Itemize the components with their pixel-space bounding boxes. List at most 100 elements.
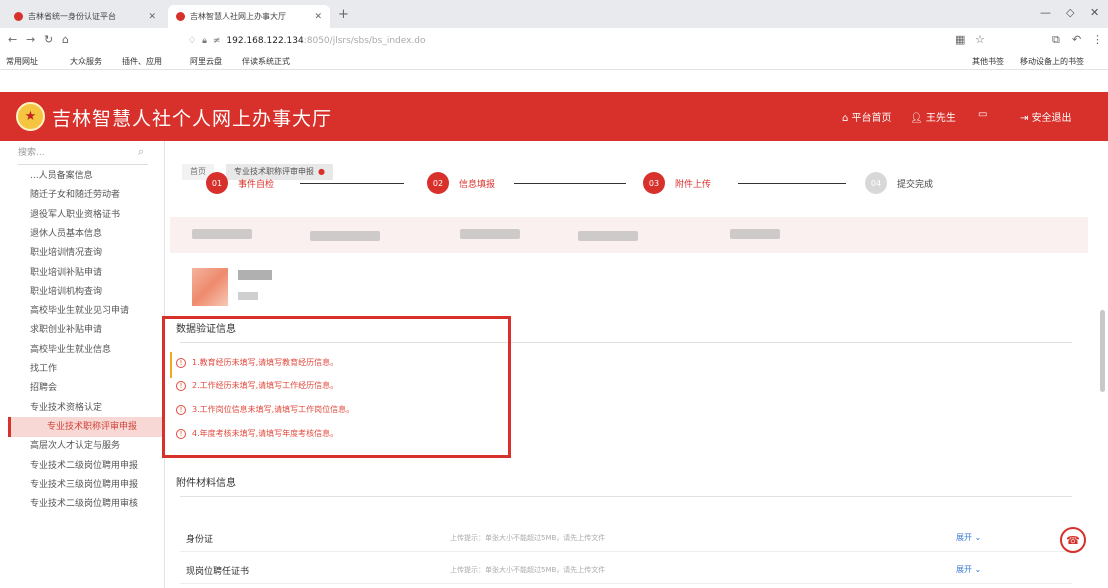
sidebar-item[interactable]: 退役军人职业资格证书: [30, 205, 163, 225]
sidebar-item[interactable]: 职业培训机构查询: [30, 282, 163, 302]
browser-tab-2[interactable]: 吉林智慧人社网上办事大厅 ✕: [168, 5, 330, 28]
expand-label: 展开: [956, 565, 972, 574]
step-connector: [514, 183, 626, 184]
scrollbar[interactable]: [1100, 310, 1105, 392]
highlight-box: [162, 316, 511, 458]
star-icon[interactable]: ☆: [975, 33, 985, 46]
customer-service-icon[interactable]: ☎: [1060, 527, 1086, 553]
user-icon: 👤︎: [910, 113, 926, 124]
close-tab-icon[interactable]: ●: [318, 167, 325, 176]
extensions-icon[interactable]: ⧉: [1052, 33, 1060, 47]
sidebar-item[interactable]: 求职创业补贴申请: [30, 320, 163, 340]
site-title: 吉林智慧人社个人网上办事大厅: [52, 108, 333, 130]
sidebar-item[interactable]: 随迁子女和随迁劳动者: [30, 185, 163, 205]
home-icon: ⌂: [842, 113, 852, 124]
forward-icon[interactable]: →: [26, 33, 35, 46]
url-field[interactable]: ♢ 🔒︎ ≠ 192.168.122.134 :8050/jlsrs/sbs/b…: [188, 33, 948, 48]
step-number: 02: [427, 172, 449, 194]
bookmark-item[interactable]: 大众服务: [70, 56, 102, 67]
redacted-text: [730, 229, 780, 239]
step-2: 02 信息填报: [427, 172, 495, 194]
sidebar-search-input[interactable]: 搜索... ⌕: [18, 145, 148, 165]
close-window-icon[interactable]: ✕: [1090, 6, 1099, 19]
bookmark-item[interactable]: 其他书签: [972, 56, 1004, 67]
step-number: 03: [643, 172, 665, 194]
step-label: 信息填报: [459, 179, 496, 190]
minimize-icon[interactable]: —: [1040, 6, 1051, 19]
step-3: 03 附件上传: [643, 172, 711, 194]
sidebar-item[interactable]: 职业培训补贴申请: [30, 263, 163, 283]
redacted-text: [310, 231, 380, 241]
attachments-section: 附件材料信息: [176, 474, 1072, 497]
divider: [180, 496, 1072, 497]
sidebar-item[interactable]: 高校毕业生就业信息: [30, 340, 163, 360]
new-tab-button[interactable]: +: [338, 7, 349, 22]
browser-tab-1[interactable]: 吉林省统一身份认证平台 ✕: [6, 5, 164, 28]
redacted-id: [238, 292, 258, 300]
browser-tabbar: 吉林省统一身份认证平台 ✕ 吉林智慧人社网上办事大厅 ✕ + — ◇ ✕: [0, 0, 1108, 28]
sidebar-item[interactable]: 职业培训情况查询: [30, 243, 163, 263]
close-tab-icon[interactable]: ✕: [314, 12, 322, 22]
step-label: 事件自检: [238, 179, 275, 190]
browser-tab-title: 吉林智慧人社网上办事大厅: [190, 12, 286, 21]
avatar: [192, 268, 228, 306]
user-nav-link[interactable]: 👤︎ 王先生: [910, 109, 956, 124]
bookmark-item[interactable]: 常用网址: [6, 56, 38, 67]
close-tab-icon[interactable]: ✕: [148, 12, 156, 22]
bookmark-item[interactable]: 伴读系统正式: [242, 56, 290, 67]
sidebar-item[interactable]: 专业技术三级岗位聘用申报: [30, 475, 163, 495]
protocol-label: ≠: [212, 35, 221, 46]
search-placeholder: 搜索...: [18, 148, 45, 158]
sidebar-item[interactable]: 高层次人才认定与服务: [30, 436, 163, 456]
step-label: 附件上传: [675, 179, 712, 190]
step-number: 04: [865, 172, 887, 194]
attachment-name: 现岗位聘任证书: [186, 567, 250, 577]
reload-icon[interactable]: ↻: [44, 33, 53, 46]
undo-icon[interactable]: ↶: [1072, 33, 1081, 46]
sidebar-item[interactable]: 专业技术资格认定: [30, 398, 163, 418]
favicon-icon: [176, 12, 185, 21]
attachment-name: 身份证: [186, 535, 214, 545]
bookmark-item[interactable]: 移动设备上的书签: [1020, 56, 1084, 67]
menu-icon[interactable]: ⋮: [1092, 33, 1103, 46]
sidebar-item[interactable]: 高校毕业生就业见习申请: [30, 301, 163, 321]
message-icon[interactable]: ▭: [978, 109, 987, 120]
shield-icon: ♢: [188, 35, 197, 46]
restore-icon[interactable]: ◇: [1066, 6, 1074, 19]
upload-hint: 上传提示：单张大小不能超过5MB，请先上传文件: [450, 566, 606, 574]
home-icon[interactable]: ⌂: [62, 33, 69, 46]
step-1: 01 事件自检: [206, 172, 274, 194]
step-label: 提交完成: [897, 179, 934, 190]
applicant-info-band: [170, 217, 1088, 253]
redacted-name: [238, 270, 272, 280]
browser-tab-title: 吉林省统一身份认证平台: [28, 12, 116, 21]
search-icon[interactable]: ⌕: [138, 145, 144, 159]
home-nav-link[interactable]: ⌂ 平台首页: [842, 109, 892, 124]
bookmarks-bar: 常用网址 大众服务 插件、应用 阿里云盘 伴读系统正式 其他书签 移动设备上的书…: [0, 52, 1108, 70]
sidebar-item[interactable]: 找工作: [30, 359, 163, 379]
sidebar-item[interactable]: 专业技术二级岗位聘用申报: [30, 456, 163, 476]
sidebar-item[interactable]: 专业技术职称评审申报: [8, 416, 165, 437]
address-bar: ← → ↻ ⌂ ♢ 🔒︎ ≠ 192.168.122.134 :8050/jls…: [0, 28, 1108, 52]
section-title: 附件材料信息: [176, 478, 236, 489]
redacted-text: [578, 231, 638, 241]
lock-icon: 🔒︎: [202, 35, 207, 46]
grid-icon[interactable]: ▦: [955, 33, 965, 46]
redacted-text: [192, 229, 252, 239]
expand-button[interactable]: 展开 ⌄: [956, 564, 981, 575]
bookmark-item[interactable]: 插件、应用: [122, 56, 162, 67]
back-icon[interactable]: ←: [8, 33, 17, 46]
user-nav-label: 王先生: [925, 113, 956, 124]
logout-icon: ⇥: [1020, 113, 1032, 124]
expand-button[interactable]: 展开 ⌄: [956, 532, 981, 543]
step-4: 04 提交完成: [865, 172, 933, 194]
site-header: ★ 吉林智慧人社个人网上办事大厅 ⌂ 平台首页 👤︎ 王先生 ▭ ⇥ 安全退出: [0, 92, 1108, 141]
step-connector: [300, 183, 404, 184]
logout-nav-link[interactable]: ⇥ 安全退出: [1020, 109, 1072, 124]
sidebar-item[interactable]: 退休人员基本信息: [30, 224, 163, 244]
sidebar-item[interactable]: 专业技术二级岗位聘用审核: [30, 494, 163, 514]
sidebar-item[interactable]: ...人员备案信息: [30, 166, 163, 186]
logout-nav-label: 安全退出: [1031, 113, 1072, 124]
sidebar-item[interactable]: 招聘会: [30, 378, 163, 398]
bookmark-item[interactable]: 阿里云盘: [190, 56, 222, 67]
